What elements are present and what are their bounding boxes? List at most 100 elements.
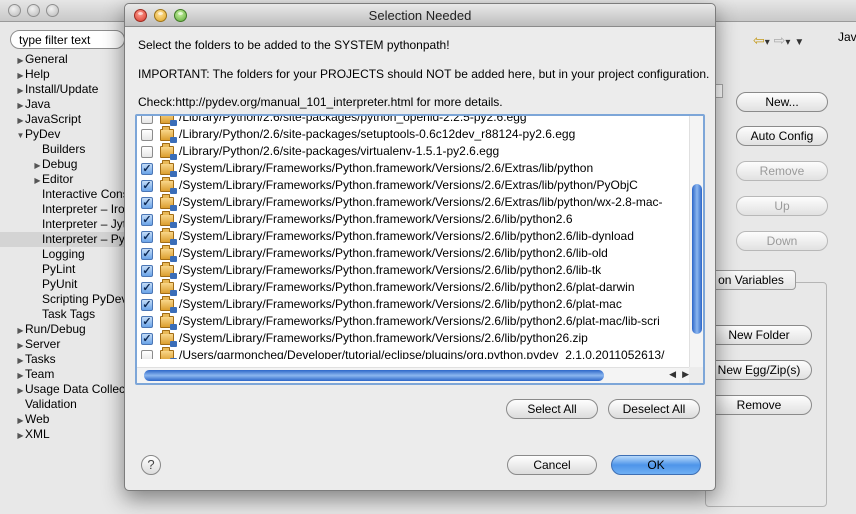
horizontal-scrollbar[interactable]: ◀ ▶ [137,367,691,383]
collapsed-chevron-icon[interactable]: ▶ [16,53,25,67]
folder-row[interactable]: ✓ /System/Library/Frameworks/Python.frame… [137,329,691,347]
tree-item[interactable]: ▶Help [0,67,125,82]
folder-row[interactable]: ✓ /System/Library/Frameworks/Python.frame… [137,193,691,211]
back-arrow-icon[interactable]: ⇦ [753,32,765,48]
tree-item[interactable]: ▶Web [0,412,125,427]
tree-item[interactable]: ▶Editor [0,172,125,187]
select-all-button[interactable]: Select All [506,399,598,419]
collapsed-chevron-icon[interactable]: ▶ [16,353,25,367]
collapsed-chevron-icon[interactable]: ▶ [16,383,25,397]
help-icon[interactable]: ? [141,455,161,475]
tree-item[interactable]: Interpreter – Py [0,232,125,247]
deselect-all-button[interactable]: Deselect All [608,399,700,419]
checked-checkbox[interactable]: ✓ [141,213,153,226]
collapsed-chevron-icon[interactable]: ▶ [16,323,25,337]
tree-item[interactable]: ▶Usage Data Collect [0,382,125,397]
folder-row[interactable]: /Users/garmoncheg/Developer/tutorial/ecl… [137,346,691,359]
folder-row[interactable]: ✓ /System/Library/Frameworks/Python.frame… [137,159,691,177]
tree-item[interactable]: ▼PyDev [0,127,125,142]
checked-checkbox[interactable]: ✓ [141,264,153,277]
tree-item[interactable]: Task Tags [0,307,125,322]
unchecked-checkbox[interactable] [141,128,153,141]
down-button[interactable]: Down [736,231,828,251]
tree-item[interactable]: Scripting PyDev [0,292,125,307]
collapsed-chevron-icon[interactable]: ▶ [16,83,25,97]
tree-item[interactable]: ▶Team [0,367,125,382]
collapsed-chevron-icon[interactable]: ▶ [16,98,25,112]
up-button[interactable]: Up [736,196,828,216]
new-folder-button[interactable]: New Folder [706,325,812,345]
tree-item[interactable]: ▶Tasks [0,352,125,367]
environment-variables-tab[interactable]: on Variables [706,270,796,290]
folder-row[interactable]: /Library/Python/2.6/site-packages/virtua… [137,142,691,160]
minimize-window-icon[interactable] [27,4,40,17]
tree-item[interactable]: PyUnit [0,277,125,292]
remove-library-button[interactable]: Remove [706,395,812,415]
vertical-scroll-thumb[interactable] [692,184,702,334]
scroll-left-arrow-icon[interactable]: ◀ [669,369,676,380]
new-interpreter-button[interactable]: New... [736,92,828,112]
checked-checkbox[interactable]: ✓ [141,332,153,345]
tree-item[interactable]: Interpreter – Jyt [0,217,125,232]
cancel-button[interactable]: Cancel [507,455,597,475]
tree-item[interactable]: ▶General [0,52,125,67]
folder-row[interactable]: ✓ /System/Library/Frameworks/Python.frame… [137,261,691,279]
folder-row[interactable]: ✓ /System/Library/Frameworks/Python.frame… [137,295,691,313]
filter-input[interactable]: type filter text [10,30,125,49]
collapsed-chevron-icon[interactable]: ▶ [16,413,25,427]
close-window-icon[interactable] [8,4,21,17]
tree-item[interactable]: Interactive Cons [0,187,125,202]
checked-checkbox[interactable]: ✓ [141,315,153,328]
tree-item[interactable]: ▶Debug [0,157,125,172]
forward-arrow-icon[interactable]: ⇨ [774,32,786,48]
tree-item[interactable]: Interpreter – Iro [0,202,125,217]
tree-item[interactable]: PyLint [0,262,125,277]
tree-item[interactable]: ▶Run/Debug [0,322,125,337]
tree-item[interactable]: ▶Server [0,337,125,352]
checked-checkbox[interactable]: ✓ [141,196,153,209]
remove-interpreter-button[interactable]: Remove [736,161,828,181]
folder-row[interactable]: /Library/Python/2.6/site-packages/python… [137,116,691,126]
view-menu-chevron-icon[interactable]: ▼ [794,37,804,48]
folder-row[interactable]: ✓ /System/Library/Frameworks/Python.frame… [137,210,691,228]
collapsed-chevron-icon[interactable]: ▶ [33,158,42,172]
ok-button[interactable]: OK [611,455,701,475]
zoom-window-icon[interactable] [46,4,59,17]
collapsed-chevron-icon[interactable]: ▶ [16,113,25,127]
checked-checkbox[interactable]: ✓ [141,247,153,260]
auto-config-button[interactable]: Auto Config [736,126,828,146]
tree-item[interactable]: Logging [0,247,125,262]
vertical-scrollbar[interactable] [689,116,703,367]
unchecked-checkbox[interactable] [141,116,153,124]
scroll-right-arrow-icon[interactable]: ▶ [682,369,689,380]
checked-checkbox[interactable]: ✓ [141,162,153,175]
folder-row[interactable]: ✓ /System/Library/Frameworks/Python.frame… [137,278,691,296]
tree-item[interactable]: ▶XML [0,427,125,442]
tree-item[interactable]: ▶JavaScript [0,112,125,127]
folder-row[interactable]: ✓ /System/Library/Frameworks/Python.frame… [137,244,691,262]
folder-row[interactable]: ✓ /System/Library/Frameworks/Python.frame… [137,227,691,245]
collapsed-chevron-icon[interactable]: ▶ [16,68,25,82]
collapsed-chevron-icon[interactable]: ▶ [16,338,25,352]
collapsed-chevron-icon[interactable]: ▶ [16,368,25,382]
unchecked-checkbox[interactable] [141,349,153,359]
folder-row[interactable]: /Library/Python/2.6/site-packages/setupt… [137,125,691,143]
forward-menu-chevron-icon[interactable]: ▾ [785,37,790,48]
expanded-chevron-icon[interactable]: ▼ [16,128,25,142]
new-egg-zip-button[interactable]: New Egg/Zip(s) [706,360,812,380]
tree-item[interactable]: Validation [0,397,125,412]
checked-checkbox[interactable]: ✓ [141,281,153,294]
horizontal-scroll-thumb[interactable] [144,370,604,381]
checked-checkbox[interactable]: ✓ [141,230,153,243]
folder-row[interactable]: ✓ /System/Library/Frameworks/Python.frame… [137,176,691,194]
folder-row[interactable]: ✓ /System/Library/Frameworks/Python.frame… [137,312,691,330]
collapsed-chevron-icon[interactable]: ▶ [16,428,25,442]
back-menu-chevron-icon[interactable]: ▾ [765,37,770,48]
tree-item[interactable]: ▶Java [0,97,125,112]
checked-checkbox[interactable]: ✓ [141,298,153,311]
checked-checkbox[interactable]: ✓ [141,179,153,192]
tree-item[interactable]: Builders [0,142,125,157]
java-perspective-tab[interactable]: Jav [838,30,856,44]
collapsed-chevron-icon[interactable]: ▶ [33,173,42,187]
tree-item[interactable]: ▶Install/Update [0,82,125,97]
